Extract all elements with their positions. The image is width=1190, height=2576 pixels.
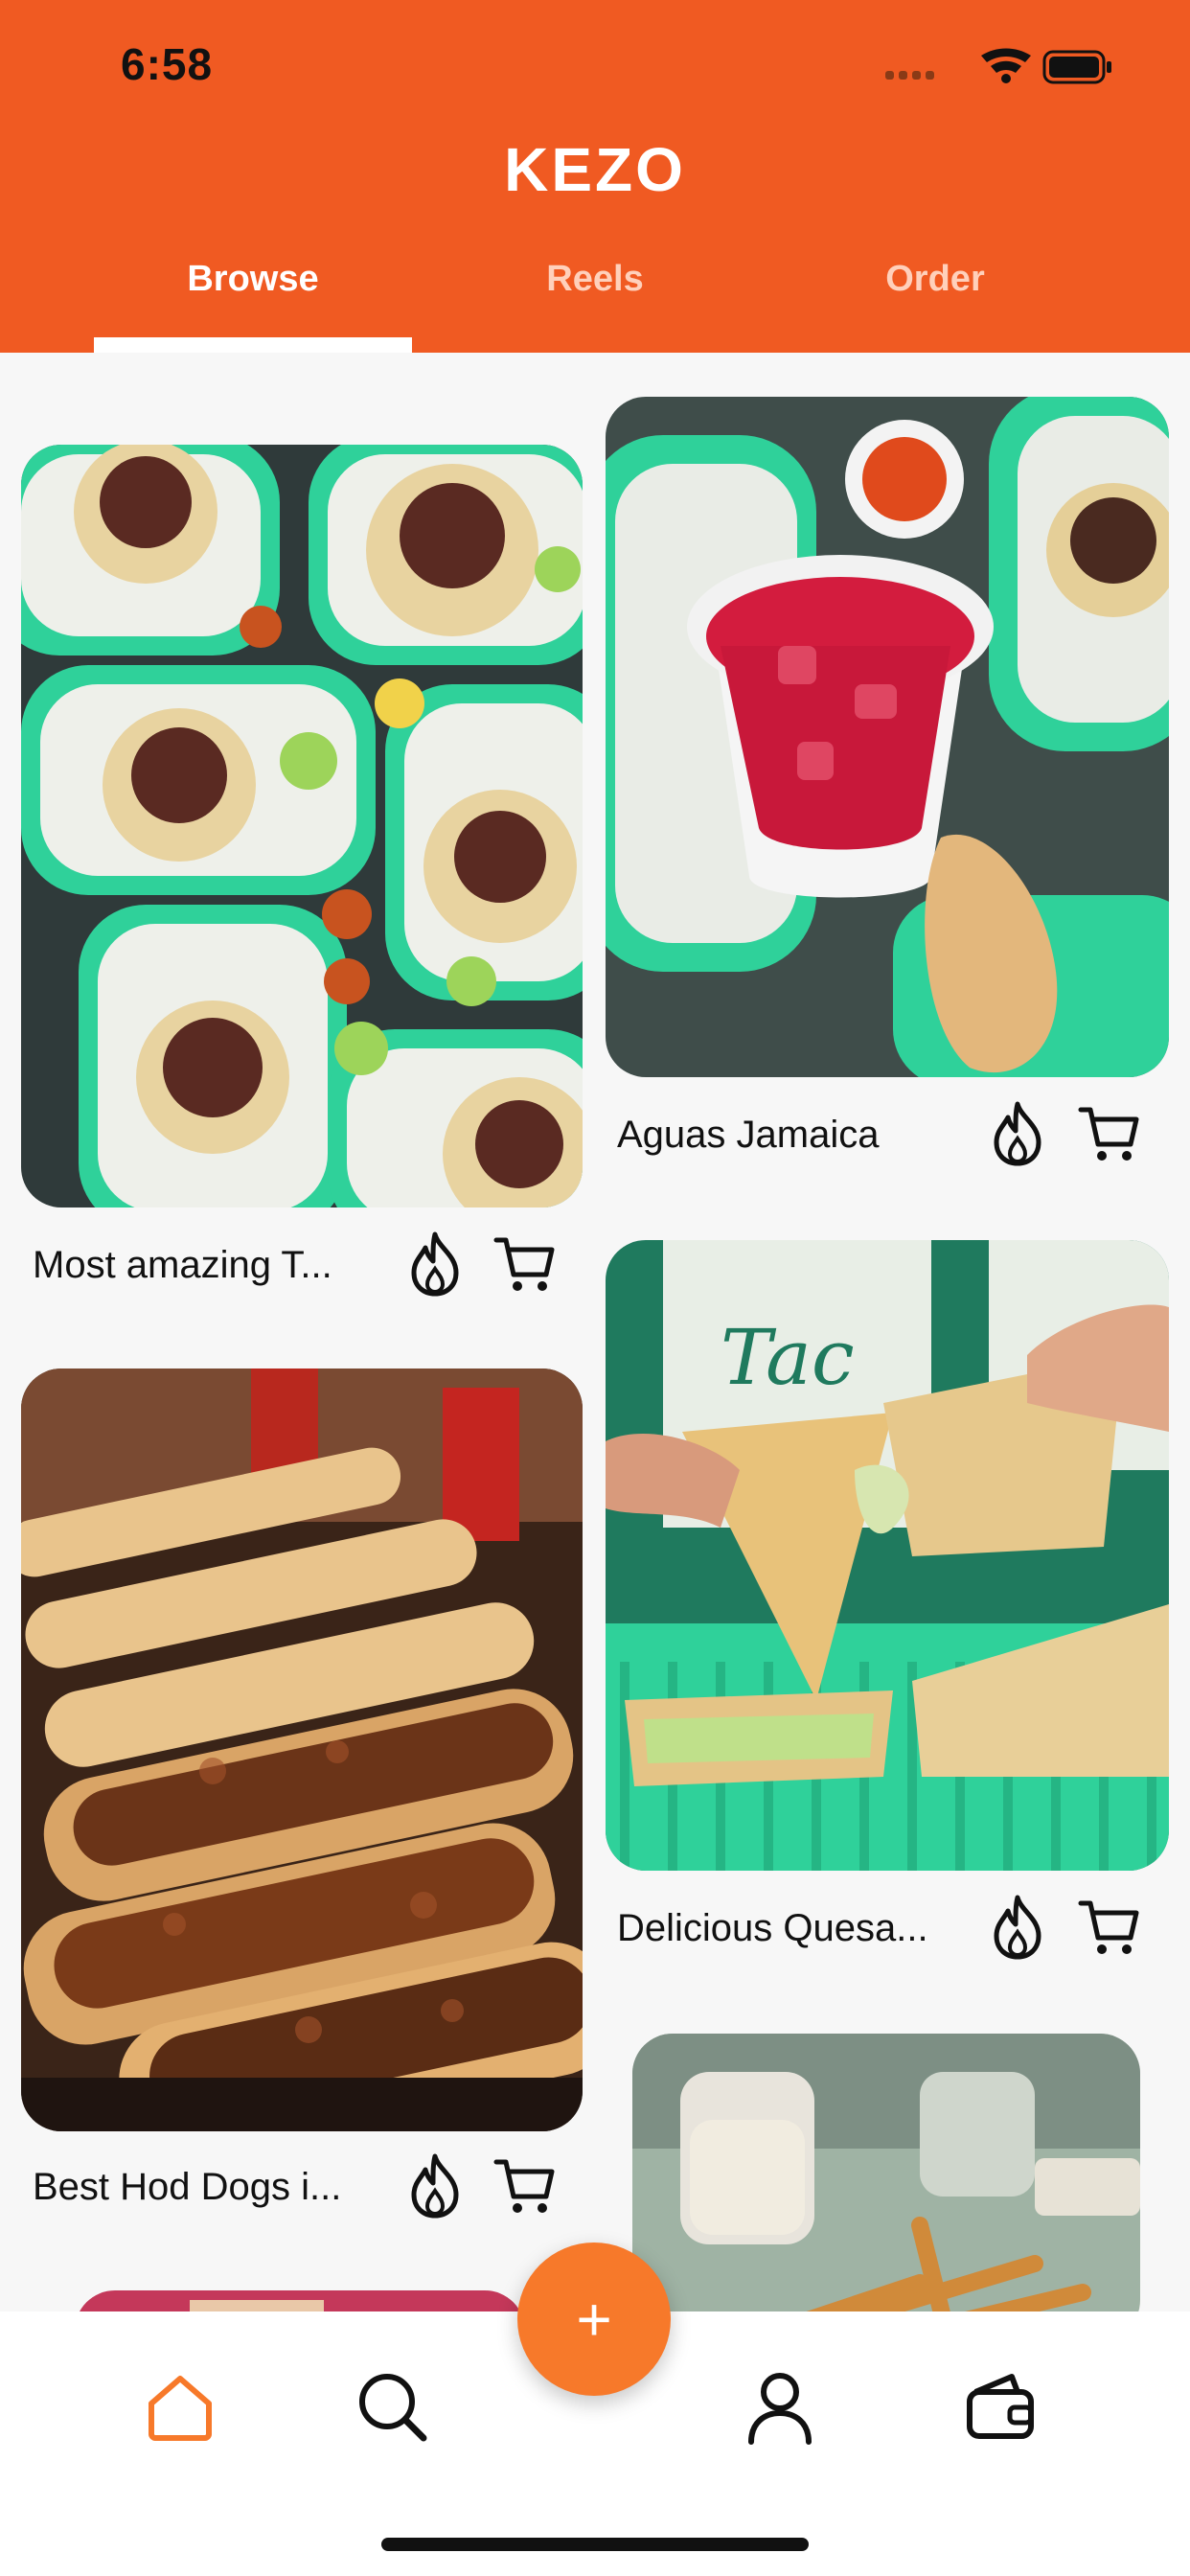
feed-card-title[interactable]: Delicious Quesa...: [617, 1907, 928, 1950]
cart-icon[interactable]: [491, 1229, 560, 1298]
feed-card-image-quesadilla[interactable]: Tac: [606, 1240, 1169, 1871]
tab-order[interactable]: Order: [777, 259, 1093, 300]
feed-card-image-fries[interactable]: [632, 2034, 1140, 2340]
tab-browse[interactable]: Browse: [95, 259, 411, 300]
feed-card-row-drink: Aguas Jamaica: [617, 1098, 1163, 1175]
app-logo: KEZO: [504, 135, 686, 204]
profile-icon[interactable]: [742, 2369, 818, 2446]
home-indicator[interactable]: [381, 2538, 809, 2551]
top-tabs: Browse Reels Order: [0, 249, 1190, 353]
wallet-icon[interactable]: [962, 2369, 1039, 2446]
wifi-icon: [981, 48, 1031, 83]
cart-icon[interactable]: [491, 2150, 560, 2220]
status-icons: [885, 46, 1115, 88]
feed-card-image-tacos[interactable]: [21, 445, 583, 1208]
signal-icon: [885, 71, 934, 80]
flame-icon[interactable]: [983, 1098, 1052, 1167]
battery-icon: [1042, 50, 1111, 84]
feed-card-title[interactable]: Best Hod Dogs i...: [33, 2166, 341, 2209]
feed-card-image-hotdogs[interactable]: [21, 1368, 583, 2131]
active-tab-indicator: [94, 337, 412, 353]
feed-card-title[interactable]: Most amazing T...: [33, 1244, 332, 1287]
app-header: 6:58 KEZO Browse Reels Order: [0, 0, 1190, 353]
cart-icon[interactable]: [1075, 1098, 1144, 1167]
flame-icon[interactable]: [983, 1892, 1052, 1961]
tab-reels[interactable]: Reels: [437, 259, 753, 300]
cart-icon[interactable]: [1075, 1892, 1144, 1961]
feed-card-row-hotdogs: Best Hod Dogs i...: [33, 2150, 579, 2227]
feed-card-title[interactable]: Aguas Jamaica: [617, 1114, 879, 1157]
feed-card-row-tacos: Most amazing T...: [33, 1229, 579, 1305]
svg-text:Tac: Tac: [721, 1313, 855, 1402]
feed-card-image-drink[interactable]: [606, 397, 1169, 1077]
flame-icon[interactable]: [400, 2150, 469, 2220]
home-icon[interactable]: [142, 2369, 218, 2446]
search-icon[interactable]: [355, 2369, 431, 2446]
flame-icon[interactable]: [400, 1229, 469, 1298]
status-time: 6:58: [121, 39, 214, 89]
feed-card-row-quesadilla: Delicious Quesa...: [617, 1892, 1163, 1968]
add-button[interactable]: +: [517, 2242, 671, 2396]
